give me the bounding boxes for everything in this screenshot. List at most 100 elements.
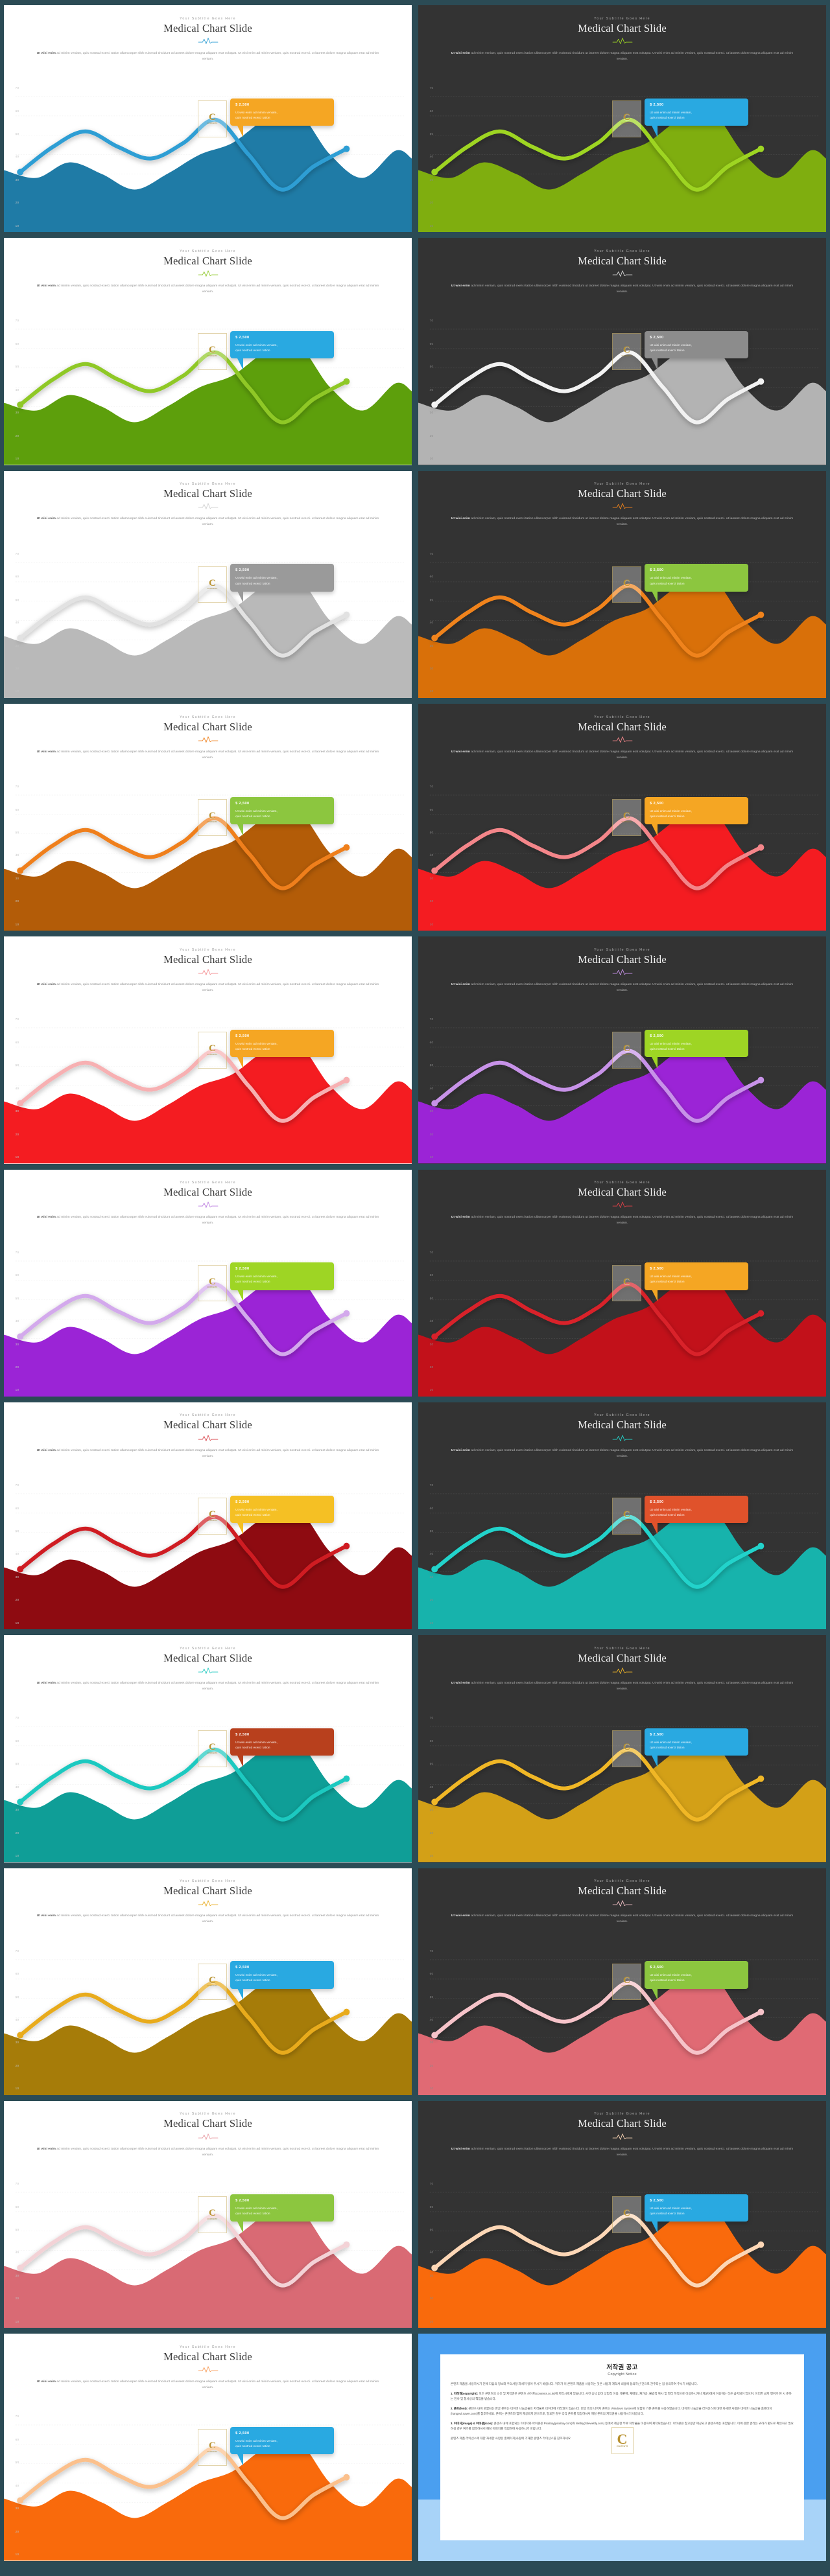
chart-slide[interactable]: Your Subtitle Goes Here Medical Chart Sli… [418, 703, 826, 931]
chart-callout-tooltip[interactable]: $ 2,500 Ut wisi enim ad minim veniam, quis… [645, 1029, 749, 1069]
chart-callout-tooltip[interactable]: $ 2,500 Ut wisi enim ad minim veniam, quis… [645, 1961, 749, 2001]
chart-slide[interactable]: Your Subtitle Goes Here Medical Chart Sli… [418, 936, 826, 1164]
chart-point-start [17, 634, 24, 642]
chart-slide[interactable]: Your Subtitle Goes Here Medical Chart Sli… [418, 1402, 826, 1630]
contents-watermark-logo: C CONTENTS [611, 1032, 642, 1069]
chart-callout-tooltip[interactable]: $ 2,500 Ut wisi enim ad minim veniam, quis… [645, 1495, 749, 1535]
watermark-sublabel: CONTENTS [207, 2218, 218, 2220]
chart-point-end [757, 378, 765, 386]
chart-callout-tooltip[interactable]: $ 2,500 Ut wisi enim ad minim veniam, quis… [230, 1029, 335, 1069]
callout-line-1: Ut wisi enim ad minim veniam, [235, 2206, 278, 2210]
slide-title: Medical Chart Slide [163, 254, 252, 267]
callout-line-1: Ut wisi enim ad minim veniam, [235, 1740, 278, 1744]
slide-header: Your Subtitle Goes Here Medical Chart Sli… [4, 2345, 412, 2391]
chart-slide[interactable]: Your Subtitle Goes Here Medical Chart Sli… [4, 936, 412, 1164]
copyright-subtitle: Copyright Notice [608, 2372, 637, 2376]
callout-line-2: quis nostrud exerci tation [650, 1513, 685, 1516]
chart-callout-tooltip[interactable]: $ 2,500 Ut wisi enim ad minim veniam, quis… [230, 1495, 335, 1535]
contents-watermark-logo: C CONTENTS [611, 2426, 634, 2454]
slide-header: Your Subtitle Goes Here Medical Chart Sli… [4, 2112, 412, 2157]
chart-slide[interactable]: Your Subtitle Goes Here Medical Chart Sli… [418, 470, 826, 698]
chart-callout-tooltip[interactable]: $ 2,500 Ut wisi enim ad minim veniam, quis… [230, 796, 335, 837]
chart-slide[interactable]: Your Subtitle Goes Here Medical Chart Sli… [418, 1868, 826, 2095]
chart-point-start [431, 1100, 438, 1107]
slide-title: Medical Chart Slide [163, 2350, 252, 2363]
watermark-sublabel: CONTENTS [621, 1519, 632, 1522]
contents-watermark-logo: C CONTENTS [611, 333, 642, 371]
slide-header: Your Subtitle Goes Here Medical Chart Sli… [418, 1879, 826, 1925]
chart-slide[interactable]: Your Subtitle Goes Here Medical Chart Sli… [418, 2100, 826, 2328]
slide-body-text: Ut wisi enim ad minim veniam, quis nostr… [36, 284, 379, 294]
watermark-letter: C [622, 1742, 630, 1753]
copyright-notice-slide[interactable]: 저작권 공고 Copyright Notice 콘텐츠 제품을 사용하시기 전에 다… [418, 2334, 826, 2561]
chart-slide[interactable]: Your Subtitle Goes Here Medical Chart Sli… [4, 703, 412, 931]
chart-callout-tooltip[interactable]: $ 2,500 Ut wisi enim ad minim veniam, quis… [645, 1728, 749, 1768]
chart-callout-tooltip[interactable]: $ 2,500 Ut wisi enim ad minim veniam, quis… [230, 2194, 335, 2234]
contents-watermark-logo: C CONTENTS [611, 2196, 642, 2233]
callout-line-2: quis nostrud exerci tation [235, 1513, 270, 1516]
chart-callout-tooltip[interactable]: $ 2,500 Ut wisi enim ad minim veniam, quis… [645, 564, 749, 603]
chart-slide[interactable]: Your Subtitle Goes Here Medical Chart Sli… [4, 2100, 412, 2328]
chart-callout-tooltip[interactable]: $ 2,500 Ut wisi enim ad minim veniam, quis… [230, 564, 335, 603]
slide-body-text: Ut wisi enim ad minim veniam, quis nostr… [36, 517, 379, 527]
slide-body-text: Ut wisi enim ad minim veniam, quis nostr… [451, 1448, 794, 1458]
watermark-sublabel: CONTENTS [207, 1985, 218, 1988]
chart-point-end [757, 844, 765, 851]
slide-body-text: Ut wisi enim ad minim veniam, quis nostr… [36, 2147, 379, 2157]
watermark-sublabel: CONTENTS [207, 1054, 218, 1056]
chart-slide[interactable]: Your Subtitle Goes Here Medical Chart Sli… [4, 5, 412, 233]
chart-slide[interactable]: Your Subtitle Goes Here Medical Chart Sli… [4, 470, 412, 698]
chart-slide[interactable]: Your Subtitle Goes Here Medical Chart Sli… [4, 1402, 412, 1630]
chart-slide[interactable]: Your Subtitle Goes Here Medical Chart Sli… [4, 1169, 412, 1397]
slide-body-text: Ut wisi enim ad minim veniam, quis nostr… [451, 51, 794, 61]
chart-slide[interactable]: Your Subtitle Goes Here Medical Chart Sli… [4, 1868, 412, 2095]
contents-watermark-logo: C CONTENTS [197, 333, 228, 371]
watermark-sublabel: CONTENTS [621, 122, 632, 124]
chart-slide[interactable]: Your Subtitle Goes Here Medical Chart Sli… [418, 238, 826, 465]
chart-callout-tooltip[interactable]: $ 2,500 Ut wisi enim ad minim veniam, quis… [230, 331, 335, 371]
slide-body-text: Ut wisi enim ad minim veniam, quis nostr… [451, 982, 794, 993]
callout-line-1: Ut wisi enim ad minim veniam, [650, 110, 692, 114]
slide-body-text: Ut wisi enim ad minim veniam, quis nostr… [36, 982, 379, 993]
chart-callout-tooltip[interactable]: $ 2,500 Ut wisi enim ad minim veniam, quis… [230, 2426, 335, 2466]
callout-line-1: Ut wisi enim ad minim veniam, [235, 1275, 278, 1279]
slide-subtitle: Your Subtitle Goes Here [180, 1879, 236, 1884]
chart-callout-tooltip[interactable]: $ 2,500 Ut wisi enim ad minim veniam, quis… [645, 331, 749, 371]
chart-slide[interactable]: Your Subtitle Goes Here Medical Chart Sli… [418, 1169, 826, 1397]
chart-callout-tooltip[interactable]: $ 2,500 Ut wisi enim ad minim veniam, quis… [230, 98, 335, 138]
callout-line-2: quis nostrud exerci tation [650, 2211, 685, 2215]
chart-callout-tooltip[interactable]: $ 2,500 Ut wisi enim ad minim veniam, quis… [645, 98, 749, 138]
heartbeat-pulse-icon [612, 270, 632, 277]
watermark-sublabel: CONTENTS [207, 588, 218, 590]
chart-point-end [343, 2241, 350, 2248]
chart-callout-tooltip[interactable]: $ 2,500 Ut wisi enim ad minim veniam, quis… [645, 2194, 749, 2234]
watermark-letter: C [208, 112, 216, 123]
chart-point-end [757, 1776, 765, 1783]
callout-line-2: quis nostrud exerci tation [235, 349, 270, 353]
chart-callout-tooltip[interactable]: $ 2,500 Ut wisi enim ad minim veniam, quis… [645, 796, 749, 837]
chart-callout-tooltip[interactable]: $ 2,500 Ut wisi enim ad minim veniam, quis… [230, 1728, 335, 1768]
chart-slide[interactable]: Your Subtitle Goes Here Medical Chart Sli… [4, 1635, 412, 1862]
chart-slide[interactable]: Your Subtitle Goes Here Medical Chart Sli… [418, 5, 826, 233]
chart-callout-tooltip[interactable]: $ 2,500 Ut wisi enim ad minim veniam, quis… [230, 1262, 335, 1302]
chart-slide[interactable]: Your Subtitle Goes Here Medical Chart Sli… [418, 1635, 826, 1862]
callout-line-1: Ut wisi enim ad minim veniam, [650, 1973, 692, 1977]
slide-title: Medical Chart Slide [578, 1885, 667, 1897]
chart-slide[interactable]: Your Subtitle Goes Here Medical Chart Sli… [4, 238, 412, 465]
watermark-sublabel: CONTENTS [207, 355, 218, 358]
callout-value: $ 2,500 [650, 1500, 664, 1504]
chart-point-end [343, 1077, 350, 1084]
heartbeat-pulse-icon [198, 2133, 218, 2140]
slide-header: Your Subtitle Goes Here Medical Chart Sli… [4, 1413, 412, 1459]
watermark-letter: C [208, 2441, 216, 2452]
callout-value: $ 2,500 [235, 335, 250, 340]
copyright-item-1: 1. 저작권(copyright): 모든 콘텐츠의 소유 및 저작권은 콘텐츠… [450, 2391, 792, 2400]
chart-callout-tooltip[interactable]: $ 2,500 Ut wisi enim ad minim veniam, quis… [230, 1961, 335, 2001]
heartbeat-pulse-icon [612, 969, 632, 975]
callout-line-1: Ut wisi enim ad minim veniam, [650, 809, 692, 813]
chart-slide[interactable]: Your Subtitle Goes Here Medical Chart Sli… [4, 2334, 412, 2561]
contents-watermark-logo: C CONTENTS [611, 1730, 642, 1768]
chart-point-start [431, 168, 438, 176]
contents-watermark-logo: C CONTENTS [197, 1498, 228, 1535]
chart-callout-tooltip[interactable]: $ 2,500 Ut wisi enim ad minim veniam, quis… [645, 1262, 749, 1302]
